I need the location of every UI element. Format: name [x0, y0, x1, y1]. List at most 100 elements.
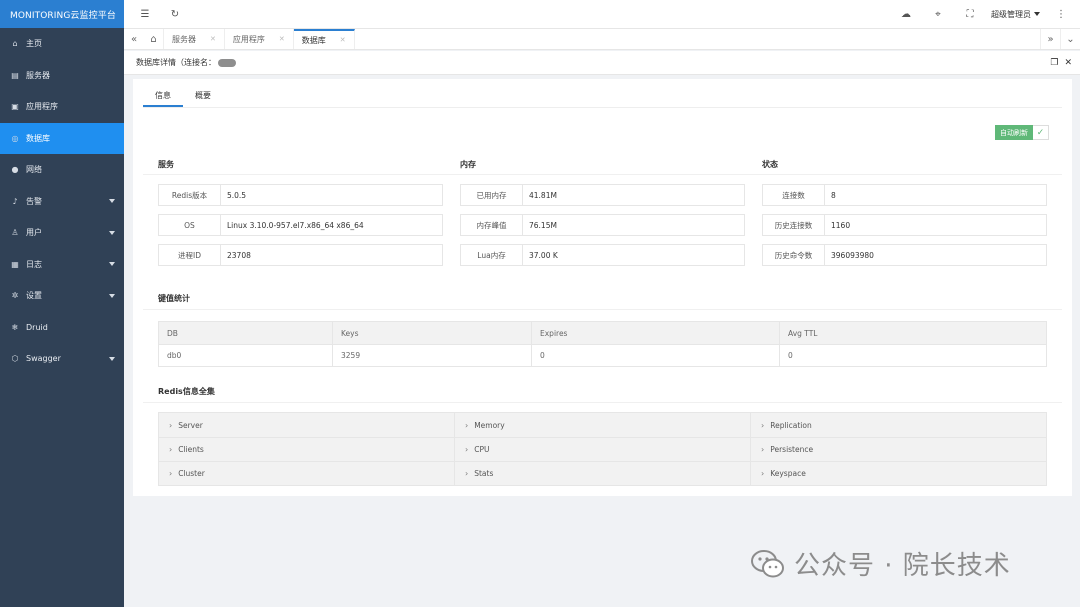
collapse-item-stats[interactable]: › Stats [455, 462, 751, 485]
kv-key: OS [159, 215, 221, 235]
close-icon[interactable]: ✕ [1064, 58, 1072, 68]
sidebar-item-log[interactable]: ▦ 日志 [0, 249, 124, 281]
collapse-label: Keyspace [770, 469, 806, 478]
kv-value: 76.15M [529, 220, 557, 230]
fullscreen-icon[interactable]: ⛶ [959, 3, 981, 25]
redacted-connection-name [218, 58, 236, 67]
chevron-right-icon: › [761, 445, 765, 454]
theme-icon[interactable]: ☁ [895, 3, 917, 25]
chevron-right-icon: › [169, 469, 173, 478]
chevron-right-icon: › [761, 469, 765, 478]
keystats-table: DB Keys Expires Avg TTL db0 3259 0 0 [158, 321, 1047, 367]
chevron-right-icon: › [465, 445, 469, 454]
sidebar-item-settings[interactable]: ✲ 设置 [0, 280, 124, 312]
collapse-item-memory[interactable]: › Memory [455, 413, 751, 437]
app-icon: ▣ [11, 102, 19, 112]
tabs-bar: « ⌂ 服务器 ✕ 应用程序 ✕ 数据库 ✕ » ⌄ [124, 28, 1080, 50]
table-row: db0 3259 0 0 [159, 344, 1046, 366]
tag-icon[interactable]: ⌖ [927, 3, 949, 25]
kv-value: 37.00 K [529, 250, 558, 260]
tab-app[interactable]: 应用程序 ✕ [225, 29, 294, 49]
table-header-cell: DB [159, 322, 333, 344]
more-icon[interactable]: ⋮ [1050, 3, 1072, 25]
collapse-label: CPU [474, 445, 490, 454]
collapse-item-replication[interactable]: › Replication [751, 413, 1046, 437]
tab-database[interactable]: 数据库 ✕ [293, 29, 355, 49]
server-icon: ▤ [11, 70, 19, 80]
table-header-cell: Expires [532, 322, 780, 344]
divider [143, 174, 1062, 175]
table-cell: 3259 [333, 345, 532, 366]
divider [143, 107, 1062, 108]
sidebar-item-label: Swagger [26, 354, 61, 364]
auto-refresh-toggle[interactable]: 自动刷新 ✓ [995, 125, 1049, 140]
page-title: 数据库详情（连接名： [136, 58, 216, 67]
sidebar-item-swagger[interactable]: ⬡ Swagger [0, 343, 124, 375]
sidebar-nav: ⌂ 主页 ▤ 服务器 ▣ 应用程序 ◎ 数据库 ● 网络 ♪ 告警 ♙ 用户 ▦… [0, 28, 124, 375]
sidebar-item-app[interactable]: ▣ 应用程序 [0, 91, 124, 123]
chevron-right-icon: › [169, 420, 173, 430]
kv-value: Linux 3.10.0-957.el7.x86_64 x86_64 [227, 220, 364, 230]
collapse-label: Stats [474, 469, 494, 478]
collapse-item-clients[interactable]: › Clients [159, 438, 455, 461]
sidebar-item-label: 网络 [26, 165, 42, 175]
sidebar: MONITORING云监控平台 ⌂ 主页 ▤ 服务器 ▣ 应用程序 ◎ 数据库 … [0, 0, 124, 607]
kv-value: 8 [831, 190, 836, 200]
tabs-scroll-right-icon[interactable]: » [1040, 29, 1060, 49]
tab-info[interactable]: 信息 [143, 87, 183, 107]
sidebar-item-user[interactable]: ♙ 用户 [0, 217, 124, 249]
sidebar-item-database[interactable]: ◎ 数据库 [0, 122, 124, 154]
tabs-menu-chevron-icon[interactable]: ⌄ [1060, 29, 1080, 49]
user-name: 超级管理员 [991, 9, 1031, 19]
sidebar-item-home[interactable]: ⌂ 主页 [0, 28, 124, 60]
log-icon: ▦ [11, 259, 19, 269]
sidebar-item-server[interactable]: ▤ 服务器 [0, 60, 124, 92]
kv-value: 1160 [831, 220, 851, 230]
kv-value: 41.81M [529, 190, 557, 200]
chevron-down-icon [1034, 12, 1040, 16]
collapse-item-cpu[interactable]: › CPU [455, 438, 751, 461]
watermark: 公众号 · 院长技术 [750, 545, 1011, 582]
database-detail-card: 信息 概要 自动刷新 ✓ 服务 内存 状态 Redis版本 5.0.5 OS L… [133, 79, 1072, 496]
brand-title: MONITORING云监控平台 [0, 0, 124, 28]
check-icon[interactable]: ✓ [1033, 125, 1049, 140]
chevron-down-icon [109, 356, 115, 361]
user-menu[interactable]: 超级管理员 [991, 9, 1040, 20]
table-cell: db0 [159, 345, 333, 366]
home-tab-icon[interactable]: ⌂ [144, 29, 164, 49]
close-icon[interactable]: ✕ [279, 35, 285, 43]
tab-summary[interactable]: 概要 [183, 87, 223, 107]
kv-value: 5.0.5 [227, 190, 247, 200]
table-header-row: DB Keys Expires Avg TTL [159, 322, 1046, 344]
close-icon[interactable]: ✕ [340, 36, 346, 44]
kv-key: 已用内存 [461, 185, 523, 205]
section-title-memory: 内存 [460, 160, 476, 169]
tab-label: 数据库 [301, 35, 326, 45]
collapse-item-server[interactable]: › Server [159, 413, 455, 437]
refresh-icon[interactable]: ↻ [164, 3, 186, 25]
divider [143, 309, 1062, 310]
redis-info-collapse-grid: › Server › Memory › Replication › Clients › C… [158, 412, 1047, 486]
sidebar-item-druid[interactable]: ❄ Druid [0, 312, 124, 344]
chevron-down-icon [109, 230, 115, 235]
tab-server[interactable]: 服务器 ✕ [164, 29, 225, 49]
tabs-scroll-left-icon[interactable]: « [124, 29, 144, 49]
collapse-item-keyspace[interactable]: › Keyspace [751, 462, 1046, 485]
collapse-item-cluster[interactable]: › Cluster [159, 462, 455, 485]
auto-refresh-label: 自动刷新 [995, 125, 1033, 140]
menu-toggle-icon[interactable]: ☰ [134, 3, 156, 25]
table-header-cell: Avg TTL [788, 328, 818, 338]
close-icon[interactable]: ✕ [210, 35, 216, 43]
section-title-service: 服务 [158, 160, 174, 169]
restore-window-icon[interactable]: ❐ [1050, 58, 1058, 68]
kv-value: 396093980 [831, 250, 874, 260]
sidebar-item-label: 告警 [26, 196, 42, 206]
sidebar-item-alarm[interactable]: ♪ 告警 [0, 186, 124, 218]
chevron-right-icon: › [761, 420, 765, 430]
chevron-down-icon [109, 199, 115, 204]
kv-key: Lua内存 [461, 245, 523, 265]
kv-value: 23708 [227, 250, 251, 260]
sidebar-item-network[interactable]: ● 网络 [0, 154, 124, 186]
sub-tabs: 信息 概要 [143, 87, 223, 107]
collapse-item-persistence[interactable]: › Persistence [751, 438, 1046, 461]
